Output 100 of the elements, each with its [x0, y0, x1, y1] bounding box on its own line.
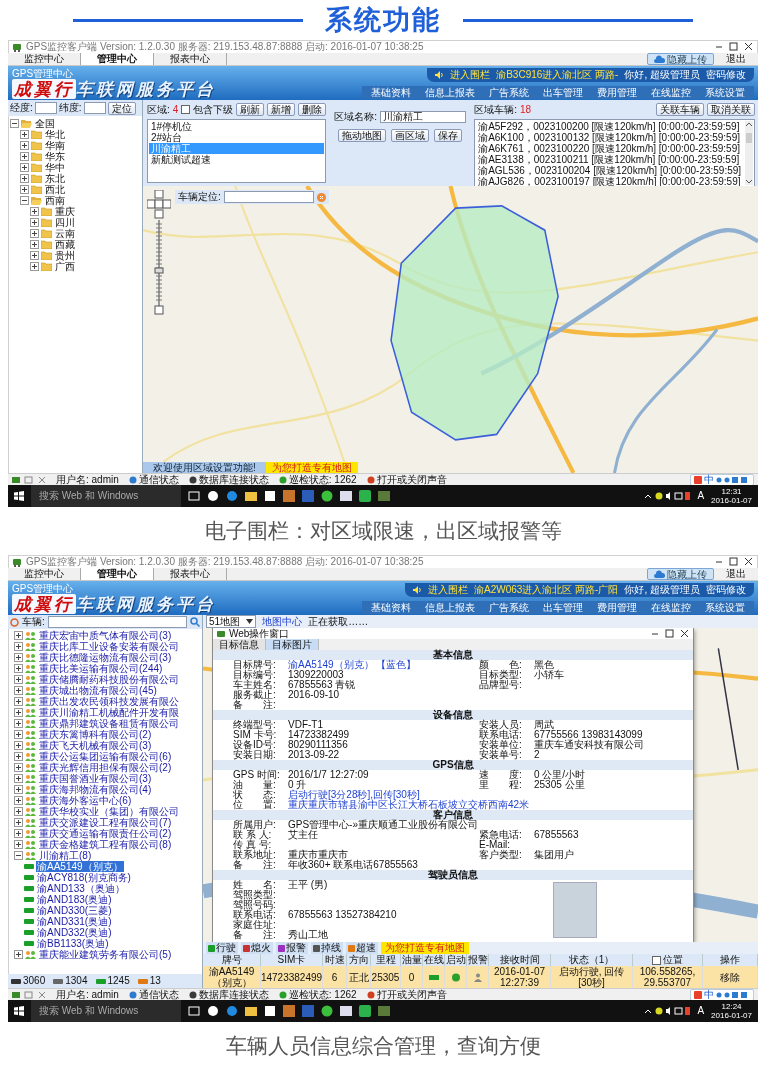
- area-list-item[interactable]: 新航测试超速: [149, 154, 325, 165]
- vehicle-search-field[interactable]: [47, 616, 187, 628]
- expand-toggle-icon[interactable]: [14, 752, 23, 761]
- vehicle-list-item[interactable]: 渝A5F292，0023100200 [限速120km/h] [0:00:00-23:59:59]: [476, 121, 744, 132]
- search-icon[interactable]: [190, 617, 200, 627]
- taskbar-app-icon[interactable]: [340, 1005, 352, 1017]
- nav-tab[interactable]: 基础资料: [366, 86, 416, 99]
- position-checkbox[interactable]: [652, 955, 661, 965]
- hide-upload-button[interactable]: 隐藏上传: [647, 568, 714, 580]
- company-tree-item[interactable]: 重庆鼎邦建筑设备租赁有限公司: [38, 718, 180, 729]
- expand-toggle-icon[interactable]: [30, 207, 39, 216]
- expand-toggle-icon[interactable]: [10, 119, 19, 128]
- expand-toggle-icon[interactable]: [14, 807, 23, 816]
- password-link[interactable]: 密码修改: [706, 68, 746, 82]
- map-center-link[interactable]: 地图中心: [262, 615, 303, 628]
- area-list-item[interactable]: 1#停机位: [149, 121, 325, 132]
- company-tree-item[interactable]: 重庆城出物流有限公司(45): [38, 685, 158, 696]
- region-tree-item[interactable]: 华中: [44, 162, 66, 173]
- taskbar-search-field[interactable]: 搜索 Web 和 Windows: [31, 1000, 181, 1022]
- expand-toggle-icon[interactable]: [14, 675, 23, 684]
- expand-toggle-icon[interactable]: [14, 664, 23, 673]
- map-type-select[interactable]: 51地图: [206, 615, 257, 628]
- expand-toggle-icon[interactable]: [14, 697, 23, 706]
- company-tree-item[interactable]: 重庆比德隆运物流有限公司(3): [38, 652, 173, 663]
- field-link[interactable]: 重庆重庆市辖县渝中区长江大桥石板坡立交桥西南42米: [288, 800, 530, 810]
- expand-toggle-icon[interactable]: [30, 218, 39, 227]
- latitude-field[interactable]: [83, 102, 106, 114]
- vehicle-action-button[interactable]: 取消关联: [707, 103, 756, 116]
- menu-tab[interactable]: 报表中心: [154, 53, 227, 65]
- map-action-button[interactable]: 画区域: [391, 129, 430, 142]
- exit-button[interactable]: 退出: [714, 568, 758, 580]
- region-tree-item[interactable]: 四川: [54, 217, 76, 228]
- company-tree-item[interactable]: 重庆比美运输有限公司(244): [38, 663, 164, 674]
- expand-toggle-icon[interactable]: [14, 851, 23, 860]
- region-tree-item[interactable]: 重庆: [54, 206, 76, 217]
- nav-tab[interactable]: 费用管理: [592, 86, 642, 99]
- company-tree-item[interactable]: 重庆交派建设工程有限公司(7): [38, 817, 173, 828]
- vehicle-locate-field[interactable]: [223, 191, 314, 203]
- expand-toggle-icon[interactable]: [20, 185, 29, 194]
- expand-toggle-icon[interactable]: [20, 163, 29, 172]
- taskbar-app-icon[interactable]: [188, 1005, 200, 1017]
- longitude-field[interactable]: [34, 102, 57, 114]
- expand-toggle-icon[interactable]: [14, 829, 23, 838]
- nav-tab[interactable]: 出车管理: [538, 601, 588, 614]
- greeting-link[interactable]: 你好, 超级管理员: [624, 583, 700, 597]
- area-name-field[interactable]: 川渝精工: [380, 111, 467, 123]
- expand-toggle-icon[interactable]: [14, 741, 23, 750]
- vehicle-list-item[interactable]: 渝AGL536，0023100204 [限速120km/h] [0:00:00-23:59:59]: [476, 165, 744, 176]
- greeting-link[interactable]: 你好, 超级管理员: [624, 68, 700, 82]
- region-tree-item[interactable]: 云南: [54, 228, 76, 239]
- expand-toggle-icon[interactable]: [14, 796, 23, 805]
- nav-tab[interactable]: 广告系统: [484, 601, 534, 614]
- vehicle-action-button[interactable]: 关联车辆: [656, 103, 705, 116]
- company-tree-item[interactable]: 重庆宏宙中质气体有限公司(3): [38, 630, 173, 641]
- expand-toggle-icon[interactable]: [20, 174, 29, 183]
- region-tree-item[interactable]: 贵州: [54, 250, 76, 261]
- taskbar-app-icon[interactable]: [264, 1005, 276, 1017]
- region-tree-item[interactable]: 东北: [44, 173, 66, 184]
- region-tree-item[interactable]: 华南: [44, 140, 66, 151]
- vehicle-tree-item[interactable]: 渝BB1133(奥迪): [36, 938, 110, 949]
- exit-button[interactable]: 退出: [714, 53, 758, 65]
- taskbar-app-icon[interactable]: [188, 490, 200, 502]
- company-tree-item[interactable]: 重庆海邦物流有限公司(4): [38, 784, 153, 795]
- hide-upload-button[interactable]: 隐藏上传: [647, 53, 714, 65]
- field-link[interactable]: 启动行驶[3分28秒],回传[30秒]: [288, 790, 420, 800]
- expand-toggle-icon[interactable]: [14, 686, 23, 695]
- locate-button[interactable]: 定位: [107, 101, 136, 115]
- nav-tab[interactable]: 在线监控: [646, 601, 696, 614]
- area-action-button[interactable]: 新增: [267, 103, 296, 116]
- vehicle-list-item[interactable]: 渝AE3138，0023100211 [限速120km/h] [0:00:00-23:59:59]: [476, 154, 744, 165]
- expand-toggle-icon[interactable]: [20, 130, 29, 139]
- nav-tab[interactable]: 广告系统: [484, 86, 534, 99]
- vehicle-tree-item[interactable]: 渝AND332(奥迪): [36, 927, 113, 938]
- scrollbar[interactable]: [745, 121, 754, 185]
- remove-link[interactable]: 移除: [720, 971, 740, 983]
- expand-toggle-icon[interactable]: [20, 196, 29, 205]
- region-tree-item[interactable]: 广西: [54, 261, 76, 272]
- taskbar-app-icon[interactable]: [207, 1005, 219, 1017]
- password-link[interactable]: 密码修改: [706, 583, 746, 597]
- company-tree-item[interactable]: 重庆金格建筑工程有限公司(8): [38, 839, 173, 850]
- refresh-icon[interactable]: [10, 617, 19, 627]
- expand-toggle-icon[interactable]: [14, 763, 23, 772]
- region-tree-item[interactable]: 西南: [44, 195, 66, 206]
- expand-toggle-icon[interactable]: [14, 719, 23, 728]
- taskbar-app-icon[interactable]: [245, 1005, 257, 1017]
- field-link[interactable]: 渝AA5149（别克） 【蓝色】: [288, 660, 417, 670]
- windows-logo-icon[interactable]: [14, 491, 24, 501]
- vehicle-list-item[interactable]: 渝A6K100，0023100132 [限速120km/h] [0:00:00-23:59:59]: [476, 132, 744, 143]
- expand-toggle-icon[interactable]: [30, 262, 39, 271]
- area-action-button[interactable]: 刷新: [236, 103, 265, 116]
- nav-tab[interactable]: 费用管理: [592, 601, 642, 614]
- expand-toggle-icon[interactable]: [14, 730, 23, 739]
- company-tree-item[interactable]: 川渝精工(8): [38, 850, 93, 861]
- zoom-control[interactable]: [147, 190, 171, 316]
- company-tree-item[interactable]: 重庆海外客运中心(6): [38, 795, 133, 806]
- company-tree-item[interactable]: 重庆交通运输有限责任公司(2): [38, 828, 173, 839]
- vehicle-tree-item[interactable]: 渝ACY818(别克商务): [36, 872, 132, 883]
- region-tree-item[interactable]: 华北: [44, 129, 66, 140]
- expand-toggle-icon[interactable]: [14, 631, 23, 640]
- map-action-button[interactable]: 保存: [434, 129, 463, 142]
